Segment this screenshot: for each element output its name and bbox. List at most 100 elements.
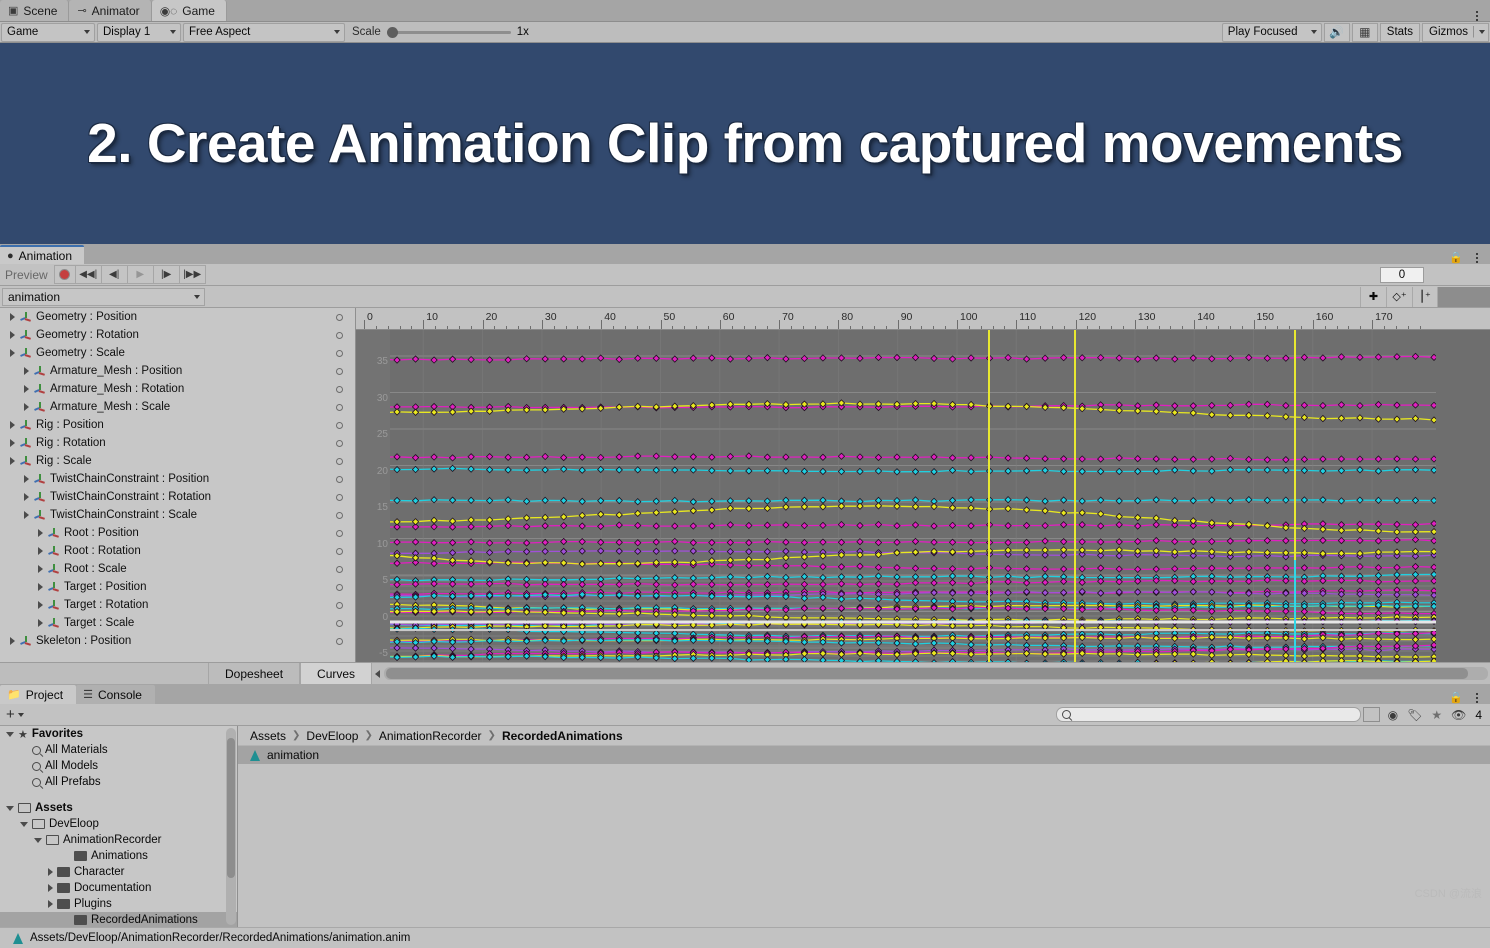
tree-node[interactable]: Assets: [0, 800, 237, 816]
keyframe-diamond[interactable]: [708, 506, 716, 514]
keyframe-diamond[interactable]: [1189, 564, 1197, 573]
property-row[interactable]: Armature_Mesh : Rotation: [0, 380, 355, 398]
keyframe-diamond[interactable]: [745, 467, 753, 475]
keyframe-diamond[interactable]: [1337, 497, 1346, 505]
keyframe-diamond[interactable]: [1097, 405, 1105, 414]
keyframe-diamond[interactable]: [522, 453, 531, 461]
keyframe-diamond[interactable]: [467, 407, 475, 415]
keyframe-diamond[interactable]: [541, 538, 549, 547]
expand-triangle-icon[interactable]: [24, 511, 29, 519]
keyframe-diamond[interactable]: [1022, 402, 1031, 411]
keyframe-diamond[interactable]: [763, 580, 772, 589]
property-row[interactable]: Target : Position: [0, 578, 355, 596]
keyframe-diamond[interactable]: [652, 547, 660, 555]
keyframe-diamond[interactable]: [1374, 496, 1383, 505]
keyframe-diamond[interactable]: [615, 511, 623, 519]
keyframe-diamond[interactable]: [1411, 401, 1420, 409]
keyframe-diamond[interactable]: [930, 564, 938, 573]
keyframe-diamond[interactable]: [856, 521, 864, 530]
favorite-star-icon[interactable]: ★: [1431, 708, 1442, 722]
expand-triangle-icon[interactable]: [38, 601, 43, 609]
keyframe-diamond[interactable]: [1337, 414, 1346, 422]
keyframe-diamond[interactable]: [1078, 538, 1086, 546]
keyframe-diamond[interactable]: [560, 496, 568, 505]
keyframe-diamond[interactable]: [1411, 577, 1420, 585]
keyframe-diamond[interactable]: [837, 538, 846, 546]
keyframe-diamond[interactable]: [1189, 547, 1197, 555]
keyframe-diamond[interactable]: [1171, 408, 1179, 417]
keyframe-diamond[interactable]: [504, 515, 512, 523]
label-filter-icon[interactable]: 🏷: [1407, 708, 1422, 722]
keyframe-diamond[interactable]: [837, 520, 846, 529]
keyframe-diamond[interactable]: [411, 518, 420, 526]
keyframe-diamond[interactable]: [467, 538, 475, 546]
keyframe-diamond[interactable]: [1226, 466, 1234, 474]
keyframe-diamond[interactable]: [1097, 522, 1105, 530]
add-keyframe-dot-icon[interactable]: [336, 475, 343, 483]
keyframe-diamond[interactable]: [1004, 504, 1012, 513]
keyframe-diamond[interactable]: [560, 513, 568, 521]
keyframe-diamond[interactable]: [856, 538, 864, 546]
keyframe-diamond[interactable]: [763, 453, 772, 461]
keyframe-diamond[interactable]: [837, 467, 846, 476]
lock-icon[interactable]: 🔒: [1449, 251, 1463, 264]
keyframe-diamond[interactable]: [1004, 564, 1012, 573]
keyframe-diamond[interactable]: [1226, 497, 1234, 505]
play-mode-dropdown[interactable]: Play Focused: [1221, 22, 1322, 42]
keyframe-diamond[interactable]: [1134, 522, 1142, 530]
keyframe-diamond[interactable]: [560, 547, 568, 556]
keyframe-diamond[interactable]: [1356, 466, 1364, 474]
keyframe-diamond[interactable]: [652, 508, 660, 517]
keyframe-diamond[interactable]: [560, 580, 568, 589]
keyframe-diamond[interactable]: [689, 522, 697, 530]
keyframe-diamond[interactable]: [948, 538, 957, 546]
keyframe-diamond[interactable]: [1115, 538, 1123, 546]
expand-triangle-icon[interactable]: [10, 349, 15, 357]
breadcrumb-item[interactable]: DevEloop: [306, 729, 358, 743]
keyframe-diamond[interactable]: [1319, 467, 1327, 475]
keyframe-diamond[interactable]: [1171, 565, 1179, 573]
keyframe-diamond[interactable]: [485, 356, 494, 364]
keyframe-diamond[interactable]: [1208, 455, 1216, 463]
keyframe-diamond[interactable]: [578, 580, 586, 589]
keyframe-diamond[interactable]: [800, 580, 809, 589]
keyframe-diamond[interactable]: [541, 466, 549, 474]
keyframe-diamond[interactable]: [1411, 455, 1420, 463]
keyframe-diamond[interactable]: [578, 355, 586, 363]
keyframe-diamond[interactable]: [967, 538, 975, 547]
keyframe-diamond[interactable]: [930, 468, 938, 476]
keyframe-diamond[interactable]: [745, 656, 753, 662]
keyframe-diamond[interactable]: [782, 553, 790, 562]
keyframe-diamond[interactable]: [1022, 538, 1031, 547]
keyframe-diamond[interactable]: [763, 613, 772, 621]
keyframe-diamond[interactable]: [485, 452, 494, 461]
add-keyframe-dot-icon[interactable]: [336, 619, 343, 627]
keyframe-diamond[interactable]: [1245, 548, 1253, 556]
record-button[interactable]: [53, 265, 76, 284]
keyframe-diamond[interactable]: [1300, 353, 1309, 362]
keyframe-diamond[interactable]: [393, 518, 401, 526]
tree-node[interactable]: Documentation: [0, 880, 237, 896]
keyframe-diamond[interactable]: [1134, 455, 1142, 463]
keyframe-diamond[interactable]: [1189, 588, 1197, 596]
keyframe-diamond[interactable]: [671, 496, 679, 505]
keyframe-diamond[interactable]: [911, 564, 920, 572]
keyframe-diamond[interactable]: [1411, 591, 1420, 599]
keyframe-diamond[interactable]: [856, 551, 864, 559]
keyframe-diamond[interactable]: [1245, 411, 1253, 419]
keyframe-diamond[interactable]: [634, 466, 642, 474]
keyframe-diamond[interactable]: [1022, 565, 1031, 573]
last-frame-button[interactable]: |▶▶: [179, 265, 206, 284]
keyframe-diamond[interactable]: [1152, 514, 1160, 522]
keyframe-diamond[interactable]: [597, 559, 605, 568]
add-keyframe-dot-icon[interactable]: [336, 313, 343, 321]
keyframe-diamond[interactable]: [597, 496, 605, 505]
keyframe-diamond[interactable]: [1097, 467, 1105, 476]
add-keyframe-dot-icon[interactable]: [336, 637, 343, 645]
keyframe-diamond[interactable]: [1245, 400, 1253, 408]
keyframe-diamond[interactable]: [597, 453, 605, 462]
timeline-ruler[interactable]: 0 10 20 30 40 50 60 70 80 90 100 110 120 130 140 150 160…: [356, 308, 1490, 330]
keyframe-diamond[interactable]: [967, 572, 975, 580]
keyframe-diamond[interactable]: [893, 353, 901, 362]
keyframe-diamond[interactable]: [948, 521, 957, 530]
